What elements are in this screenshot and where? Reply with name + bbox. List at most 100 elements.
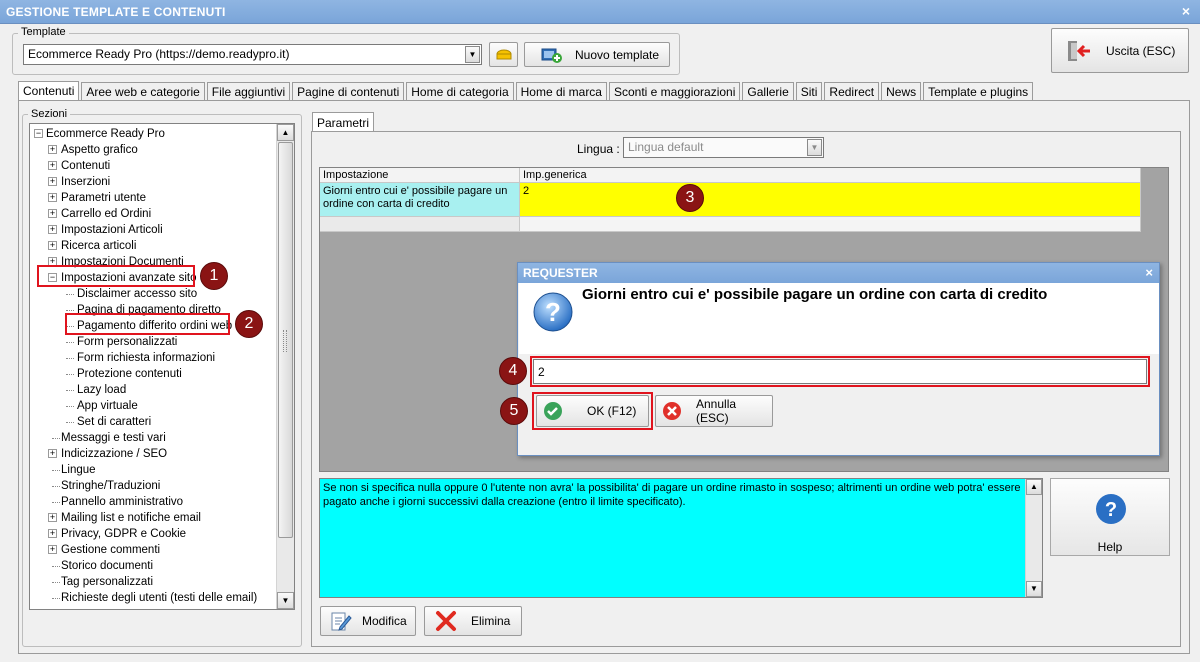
tree-item-label: Lingue bbox=[61, 464, 96, 476]
splitter-grip[interactable] bbox=[283, 330, 287, 352]
expand-icon[interactable]: + bbox=[48, 161, 57, 170]
scroll-down-icon[interactable]: ▼ bbox=[1026, 581, 1042, 597]
expand-icon[interactable]: + bbox=[48, 545, 57, 554]
delete-x-icon bbox=[436, 611, 456, 631]
tree-item[interactable]: + Aspetto grafico bbox=[30, 142, 278, 158]
tree-item[interactable]: App virtuale bbox=[30, 398, 278, 414]
tab-home-categoria[interactable]: Home di categoria bbox=[406, 82, 514, 101]
grid-empty-row-value bbox=[520, 217, 1141, 232]
tab-redirect[interactable]: Redirect bbox=[824, 82, 880, 101]
tree-item[interactable]: Disclaimer accesso sito bbox=[30, 286, 278, 302]
lingua-select[interactable]: Lingua default ▼ bbox=[623, 137, 824, 158]
tree-item[interactable]: − Ecommerce Ready Pro bbox=[30, 126, 278, 142]
tree-item[interactable]: Protezione contenuti bbox=[30, 366, 278, 382]
tab-file-aggiuntivi[interactable]: File aggiuntivi bbox=[206, 82, 291, 101]
tree-connector bbox=[66, 374, 74, 375]
help-button[interactable]: ? Help bbox=[1050, 478, 1170, 556]
tree-item-label: Lazy load bbox=[77, 384, 127, 396]
scroll-up-icon[interactable]: ▲ bbox=[1026, 479, 1042, 495]
grid-header-setting: Impostazione bbox=[320, 168, 520, 183]
tab-gallerie[interactable]: Gallerie bbox=[742, 82, 794, 101]
dialog-header-area: ? Giorni entro cui e' possibile pagare u… bbox=[519, 283, 1159, 354]
edit-icon bbox=[331, 612, 352, 631]
tab-siti[interactable]: Siti bbox=[795, 82, 823, 101]
tree-item[interactable]: Richieste degli utenti (testi delle emai… bbox=[30, 590, 278, 606]
tree-item-label: Ricerca articoli bbox=[61, 240, 137, 252]
tree-item[interactable]: Form richiesta informazioni bbox=[30, 350, 278, 366]
grid-cell-value[interactable]: 2 bbox=[520, 183, 1141, 217]
tree-connector bbox=[66, 390, 74, 391]
tree-item[interactable]: + Gestione commenti bbox=[30, 542, 278, 558]
tree-item[interactable]: + Indicizzazione / SEO bbox=[30, 446, 278, 462]
new-template-label: Nuovo template bbox=[575, 47, 660, 62]
grid-cell-setting[interactable]: Giorni entro cui e' possibile pagare un … bbox=[320, 183, 520, 217]
tree-item-label: Privacy, GDPR e Cookie bbox=[61, 528, 187, 540]
tree-item[interactable]: Pannello amministrativo bbox=[30, 494, 278, 510]
tree-connector bbox=[52, 502, 60, 503]
tree-item-label: Inserzioni bbox=[61, 176, 111, 188]
expand-icon[interactable]: + bbox=[48, 449, 57, 458]
chevron-down-icon[interactable]: ▼ bbox=[807, 139, 822, 156]
tree-item[interactable]: Lingue bbox=[30, 462, 278, 478]
dialog-close-icon[interactable]: × bbox=[1145, 265, 1153, 280]
tree-item[interactable]: + Parametri utente bbox=[30, 190, 278, 206]
tab-contenuti[interactable]: Contenuti bbox=[18, 81, 80, 101]
tree-item[interactable]: Messaggi e testi vari bbox=[30, 430, 278, 446]
tab-home-marca[interactable]: Home di marca bbox=[515, 82, 607, 101]
tree-connector bbox=[66, 358, 74, 359]
template-select[interactable]: Ecommerce Ready Pro (https://demo.readyp… bbox=[23, 44, 482, 65]
help-icon: ? bbox=[1096, 494, 1126, 524]
tree-item[interactable]: Form personalizzati bbox=[30, 334, 278, 350]
description-scrollbar[interactable]: ▲ ▼ bbox=[1025, 479, 1042, 597]
scroll-down-icon[interactable]: ▼ bbox=[277, 592, 294, 609]
grid-header-value: Imp.generica bbox=[520, 168, 1141, 183]
new-template-button[interactable]: Nuovo template bbox=[524, 42, 670, 67]
expand-icon[interactable]: + bbox=[48, 529, 57, 538]
tree-item-label: Richieste degli utenti (testi delle emai… bbox=[61, 592, 258, 604]
tree-item[interactable]: + Ricerca articoli bbox=[30, 238, 278, 254]
annotation-box-input bbox=[530, 356, 1150, 387]
tree-item[interactable]: Stringhe/Traduzioni bbox=[30, 478, 278, 494]
expand-icon[interactable]: + bbox=[48, 145, 57, 154]
expand-icon[interactable]: + bbox=[48, 177, 57, 186]
exit-button[interactable]: Uscita (ESC) bbox=[1051, 28, 1189, 73]
scroll-up-icon[interactable]: ▲ bbox=[277, 124, 294, 141]
tree-connector bbox=[52, 470, 60, 471]
tab-aree-web[interactable]: Aree web e categorie bbox=[81, 82, 205, 101]
tree-item[interactable]: + Privacy, GDPR e Cookie bbox=[30, 526, 278, 542]
tab-template-plugins[interactable]: Template e plugins bbox=[923, 82, 1034, 101]
tab-news[interactable]: News bbox=[881, 82, 922, 101]
elimina-label: Elimina bbox=[471, 614, 511, 628]
annotation-badge-3: 3 bbox=[676, 184, 704, 212]
expand-icon[interactable]: + bbox=[48, 225, 57, 234]
tree-item-label: Tag personalizzati bbox=[61, 576, 154, 588]
dialog-cancel-button[interactable]: Annulla (ESC) bbox=[655, 395, 773, 427]
tab-sconti[interactable]: Sconti e maggiorazioni bbox=[608, 82, 741, 101]
sections-tree[interactable]: − Ecommerce Ready Pro + Aspetto grafico + Con… bbox=[29, 123, 295, 610]
expand-icon[interactable]: + bbox=[48, 513, 57, 522]
tree-item[interactable]: + Carrello ed Ordini bbox=[30, 206, 278, 222]
description-text[interactable]: Se non si specifica nulla oppure 0 l'ute… bbox=[319, 478, 1043, 598]
window-titlebar: GESTIONE TEMPLATE E CONTENUTI × bbox=[0, 0, 1200, 24]
tree-item[interactable]: + Inserzioni bbox=[30, 174, 278, 190]
tree-item-label: Form personalizzati bbox=[77, 336, 178, 348]
tab-parametri[interactable]: Parametri bbox=[312, 112, 375, 132]
expand-icon[interactable]: + bbox=[48, 209, 57, 218]
window-close-icon[interactable]: × bbox=[1182, 3, 1190, 19]
tree-item[interactable]: Storico documenti bbox=[30, 558, 278, 574]
expand-icon[interactable]: + bbox=[48, 193, 57, 202]
tree-item[interactable]: Lazy load bbox=[30, 382, 278, 398]
expand-icon[interactable]: + bbox=[48, 241, 57, 250]
tab-pagine-contenuti[interactable]: Pagine di contenuti bbox=[292, 82, 405, 101]
elimina-button[interactable]: Elimina bbox=[424, 606, 522, 636]
tree-item[interactable]: + Impostazioni Articoli bbox=[30, 222, 278, 238]
open-template-button[interactable] bbox=[489, 42, 518, 67]
tree-scrollbar[interactable]: ▲ ▼ bbox=[276, 124, 294, 609]
collapse-icon[interactable]: − bbox=[34, 129, 43, 138]
modifica-button[interactable]: Modifica bbox=[320, 606, 416, 636]
tree-item[interactable]: + Mailing list e notifiche email bbox=[30, 510, 278, 526]
chevron-down-icon[interactable]: ▼ bbox=[465, 46, 480, 63]
tree-item[interactable]: Set di caratteri bbox=[30, 414, 278, 430]
tree-item[interactable]: Tag personalizzati bbox=[30, 574, 278, 590]
tree-item[interactable]: + Contenuti bbox=[30, 158, 278, 174]
